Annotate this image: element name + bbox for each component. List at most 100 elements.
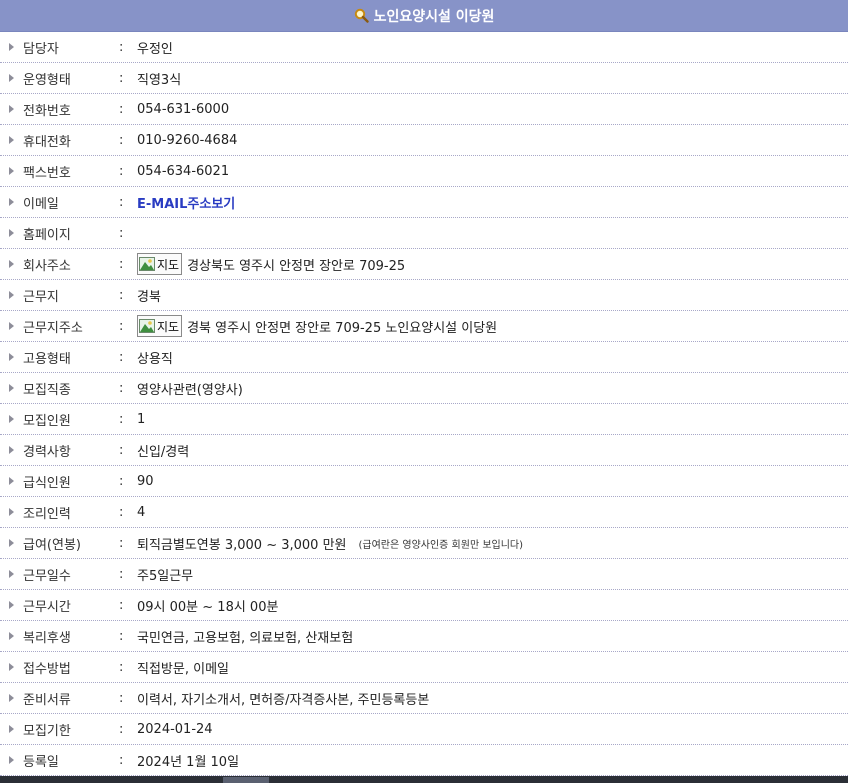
detail-row: 근무지주소: 지도 경북 영주시 안정면 장안로 709-25 노인요양시설 이당원 — [0, 311, 848, 342]
row-colon: : — [119, 690, 124, 706]
row-colon: : — [119, 504, 124, 520]
row-colon: : — [119, 535, 124, 551]
scrollbar-thumb[interactable] — [223, 777, 269, 783]
row-colon: : — [119, 163, 124, 179]
detail-row: 근무일수: 주5일근무 — [0, 559, 848, 590]
row-value: 영양사관련(영양사) — [137, 379, 848, 398]
row-value-text: 신입/경력 — [137, 444, 190, 460]
bullet-arrow-icon — [9, 74, 14, 82]
detail-row: 팩스번호:054-634-6021 — [0, 156, 848, 187]
bullet-arrow-icon — [9, 384, 14, 392]
map-button[interactable]: 지도 — [137, 253, 183, 275]
row-colon: : — [119, 752, 124, 768]
salary-note: (급여란은 영양사인증 회원만 보입니다) — [358, 539, 524, 551]
row-value: 신입/경력 — [137, 441, 848, 460]
detail-row: 전화번호:054-631-6000 — [0, 94, 848, 125]
row-value-text: 주5일근무 — [137, 568, 194, 584]
image-icon — [139, 319, 155, 333]
bullet-arrow-icon — [9, 570, 14, 578]
row-colon: : — [119, 597, 124, 613]
address-value: 지도 경북 영주시 안정면 장안로 709-25 노인요양시설 이당원 — [137, 315, 848, 337]
row-colon: : — [119, 411, 124, 427]
row-value-text: 054-631-6000 — [137, 101, 230, 117]
magnifier-icon — [354, 8, 369, 23]
row-label: 조리인력 — [23, 506, 71, 522]
bullet-arrow-icon — [9, 539, 14, 547]
row-colon: : — [119, 225, 124, 241]
row-colon: : — [119, 132, 124, 148]
row-colon: : — [119, 566, 124, 582]
detail-row: 모집인원:1 — [0, 404, 848, 435]
row-value-text: 직영3식 — [137, 72, 182, 88]
bullet-arrow-icon — [9, 43, 14, 51]
row-label: 홈페이지 — [23, 227, 71, 243]
row-value-text: 영양사관련(영양사) — [137, 382, 243, 398]
detail-row: 복리후생: 국민연금, 고용보험, 의료보험, 산재보험 — [0, 621, 848, 652]
map-button-label: 지도 — [157, 319, 180, 334]
row-value-text: 2024-01-24 — [137, 721, 213, 737]
row-value-text: 직접방문, 이메일 — [137, 661, 229, 677]
row-colon: : — [119, 721, 124, 737]
row-value: 경북 — [137, 286, 848, 305]
bullet-arrow-icon — [9, 725, 14, 733]
row-label: 근무시간 — [23, 599, 71, 615]
row-label: 전화번호 — [23, 103, 71, 119]
horizontal-scrollbar[interactable] — [0, 776, 848, 783]
map-button[interactable]: 지도 — [137, 315, 183, 337]
row-value-text: 이력서, 자기소개서, 면허증/자격증사본, 주민등록등본 — [137, 692, 430, 708]
row-label: 회사주소 — [23, 258, 71, 274]
detail-row: 회사주소: 지도 경상북도 영주시 안정면 장안로 709-25 — [0, 249, 848, 280]
address-text: 경상북도 영주시 안정면 장안로 709-25 — [187, 258, 406, 274]
row-colon: : — [119, 473, 124, 489]
row-colon: : — [119, 39, 124, 55]
detail-row: 홈페이지: — [0, 218, 848, 249]
row-label: 급식인원 — [23, 475, 71, 491]
row-value: 퇴직금별도연봉 3,000 ~ 3,000 만원 (급여란은 영양사인증 회원만 … — [137, 534, 848, 553]
row-value: 직영3식 — [137, 69, 848, 88]
bullet-arrow-icon — [9, 260, 14, 268]
detail-row: 급여(연봉): 퇴직금별도연봉 3,000 ~ 3,000 만원 (급여란은 영양사… — [0, 528, 848, 559]
row-value: 2024-01-24 — [137, 722, 848, 737]
bullet-arrow-icon — [9, 446, 14, 454]
row-label: 모집기한 — [23, 723, 71, 739]
row-colon: : — [119, 380, 124, 396]
row-colon: : — [119, 349, 124, 365]
row-label: 경력사항 — [23, 444, 71, 460]
row-label: 이메일 — [23, 196, 59, 212]
row-label: 담당자 — [23, 41, 59, 57]
detail-row: 담당자: 우정인 — [0, 32, 848, 63]
address-text: 경북 영주시 안정면 장안로 709-25 노인요양시설 이당원 — [187, 320, 498, 336]
row-value: 직접방문, 이메일 — [137, 658, 848, 677]
row-value: 054-631-6000 — [137, 102, 848, 117]
row-value-text: 09시 00분 ~ 18시 00분 — [137, 599, 279, 615]
detail-row: 접수방법: 직접방문, 이메일 — [0, 652, 848, 683]
row-value: 010-9260-4684 — [137, 133, 848, 148]
bullet-arrow-icon — [9, 198, 14, 206]
row-colon: : — [119, 101, 124, 117]
address-value: 지도 경상북도 영주시 안정면 장안로 709-25 — [137, 253, 848, 275]
detail-row: 근무지: 경북 — [0, 280, 848, 311]
row-label: 근무지 — [23, 289, 59, 305]
detail-row: 휴대전화:010-9260-4684 — [0, 125, 848, 156]
row-label: 복리후생 — [23, 630, 71, 646]
bullet-arrow-icon — [9, 322, 14, 330]
row-colon: : — [119, 442, 124, 458]
bullet-arrow-icon — [9, 694, 14, 702]
detail-row: 준비서류: 이력서, 자기소개서, 면허증/자격증사본, 주민등록등본 — [0, 683, 848, 714]
detail-row: 운영형태: 직영3식 — [0, 63, 848, 94]
row-value: 90 — [137, 474, 848, 489]
detail-row: 모집기한:2024-01-24 — [0, 714, 848, 745]
row-value-text: 054-634-6021 — [137, 163, 230, 179]
bullet-arrow-icon — [9, 415, 14, 423]
row-value: 우정인 — [137, 38, 848, 57]
row-value: 2024년 1월 10일 — [137, 751, 848, 770]
row-label: 모집직종 — [23, 382, 71, 398]
row-label: 접수방법 — [23, 661, 71, 677]
title-bar: 노인요양시설 이당원 — [0, 0, 848, 32]
row-colon: : — [119, 70, 124, 86]
row-value-text: 1 — [137, 411, 146, 427]
row-value: 주5일근무 — [137, 565, 848, 584]
bullet-arrow-icon — [9, 353, 14, 361]
email-link[interactable]: E-MAIL주소보기 — [137, 193, 848, 212]
row-value-text: 퇴직금별도연봉 3,000 ~ 3,000 만원 — [137, 537, 347, 553]
